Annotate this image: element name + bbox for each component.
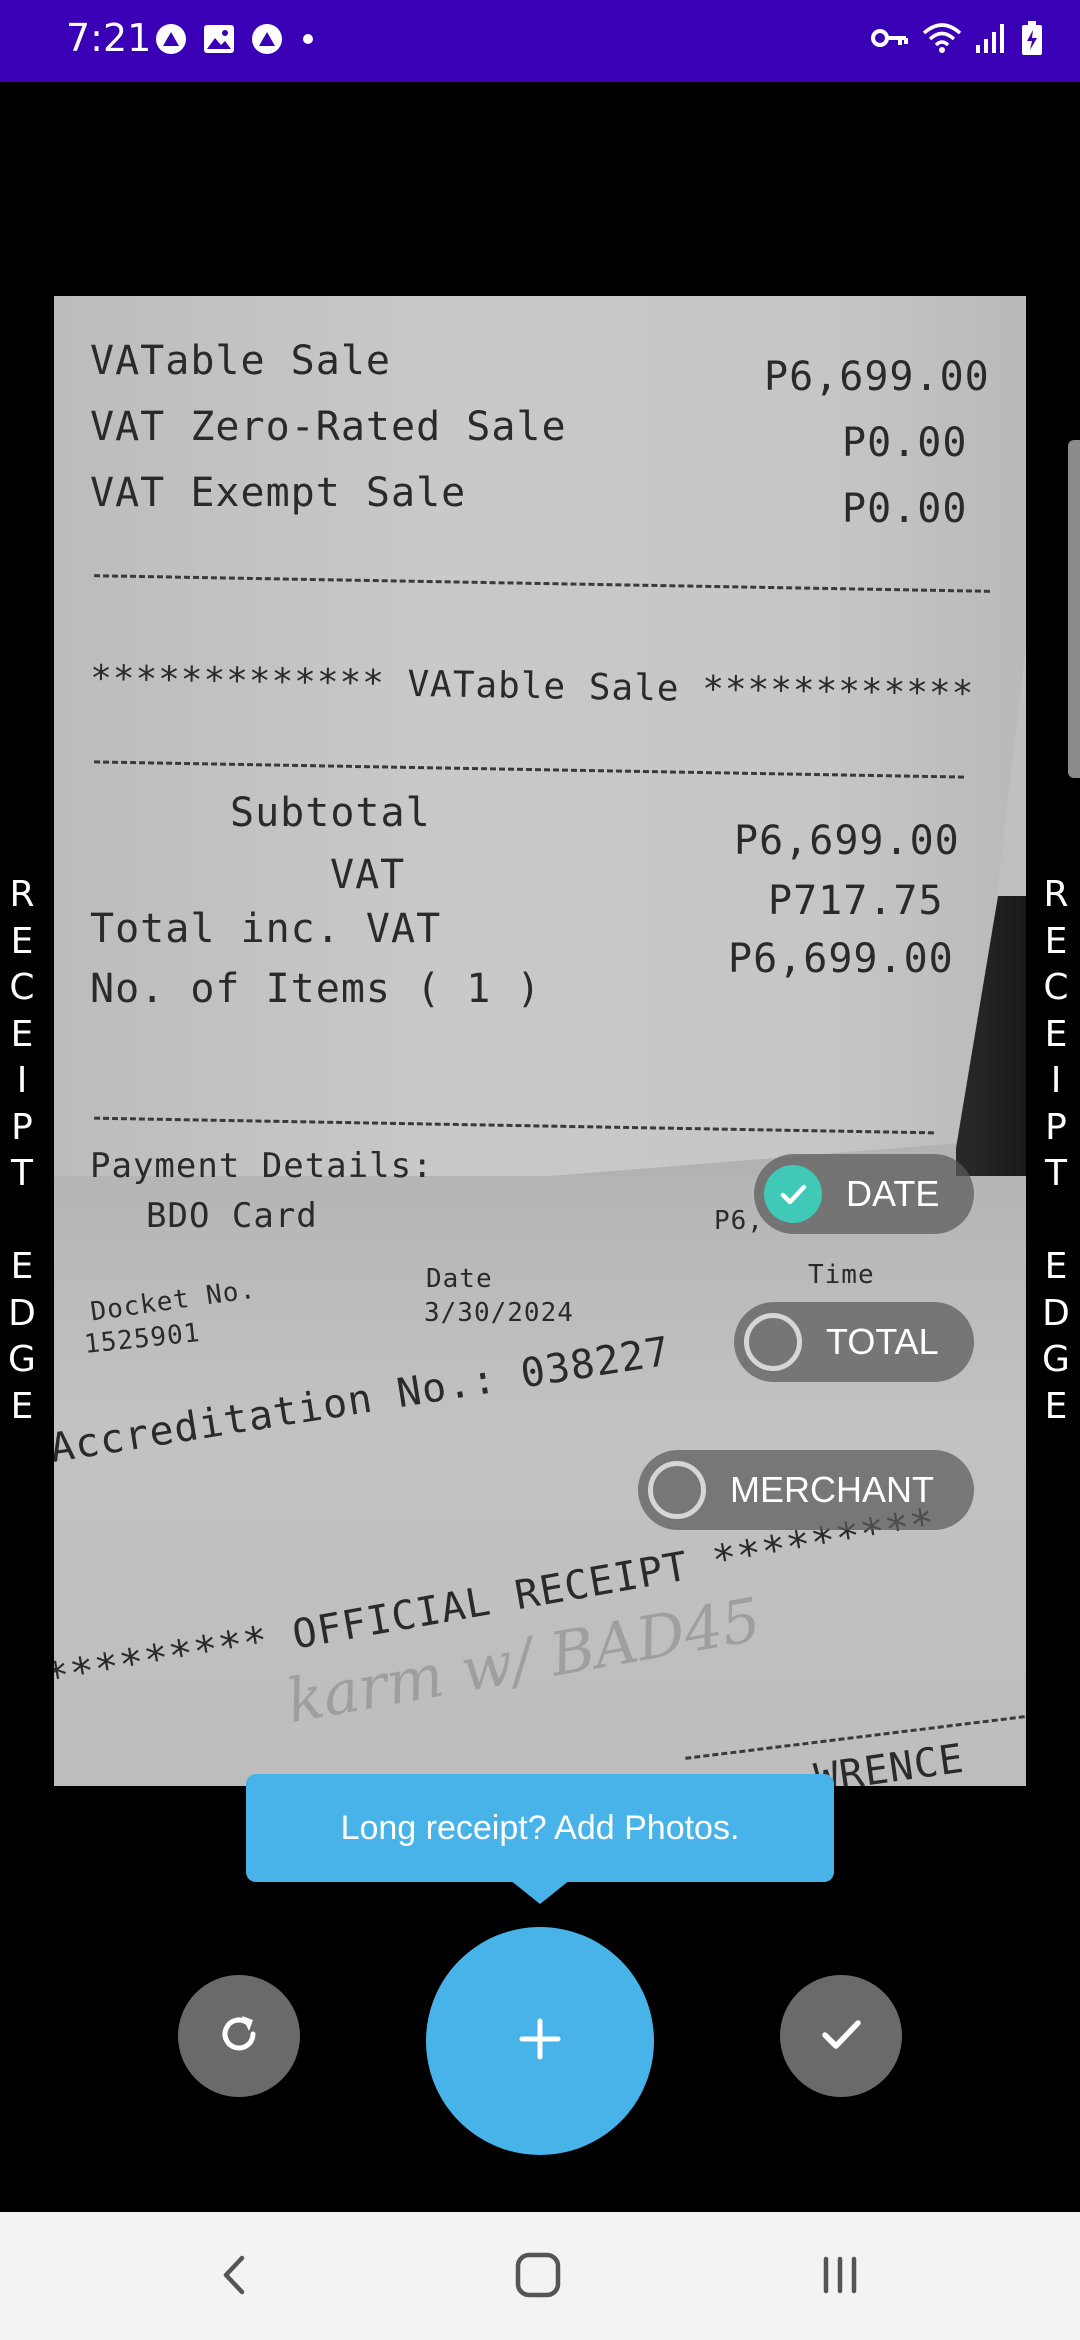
home-button[interactable] (498, 2242, 578, 2312)
payment-amount: P6, (714, 1206, 764, 1236)
plus-icon (518, 2017, 562, 2065)
receipt-capture-screen: 7:21 VATable Sale P6,699.00 VAT Zero-Rat… (0, 0, 1080, 2340)
receipt-summary-label: No. of Items ( 1 ) (90, 966, 542, 1012)
payment-details-label: Payment Details: (90, 1146, 434, 1186)
system-icons (870, 20, 1044, 56)
receipt-summary-label: VAT (330, 852, 406, 898)
tooltip-text: Long receipt? Add Photos. (340, 1808, 740, 1847)
status-bar: 7:21 (0, 0, 1080, 82)
receipt-summary-value: P717.75 (768, 878, 944, 924)
receipt-line-value: P6,699.00 (764, 354, 990, 400)
tooltip-arrow (510, 1880, 570, 1904)
signal-icon (974, 21, 1008, 55)
receipt-line-label: VAT Exempt Sale (90, 470, 467, 516)
back-button[interactable] (194, 2242, 274, 2312)
receipt-photo: VATable Sale P6,699.00 VAT Zero-Rated Sa… (54, 296, 1026, 1786)
wifi-icon (922, 21, 962, 55)
refresh-icon (213, 2008, 265, 2064)
app-notification-icon (250, 22, 284, 56)
date-field-label: DATE (846, 1173, 940, 1214)
scroll-handle[interactable] (1068, 440, 1080, 778)
add-photo-button[interactable] (426, 1927, 654, 2155)
receipt-summary-value: P6,699.00 (728, 936, 954, 982)
retake-button[interactable] (178, 1975, 300, 2097)
add-photos-tooltip[interactable]: Long receipt? Add Photos. (246, 1774, 834, 1882)
receipt-line-label: VATable Sale (90, 338, 391, 384)
receipt-edge-label-left: R E C E I P T E D G E (8, 874, 36, 1427)
receipt-summary-label: Total inc. VAT (90, 906, 442, 952)
recents-button[interactable] (800, 2242, 880, 2312)
app-notification-icon (154, 22, 188, 56)
date-value: 3/30/2024 (424, 1298, 574, 1328)
recents-icon (818, 2253, 862, 2301)
gallery-icon (202, 22, 236, 56)
merchant-field-label: MERCHANT (730, 1469, 934, 1510)
check-icon (815, 2008, 867, 2064)
radio-unchecked-icon (744, 1313, 802, 1371)
receipt-line-label: VAT Zero-Rated Sale (90, 404, 567, 450)
receipt-line-value: P0.00 (842, 486, 968, 532)
merchant-field-chip[interactable]: MERCHANT (638, 1450, 974, 1530)
receipt-summary-value: P6,699.00 (734, 818, 960, 864)
home-icon (513, 2250, 563, 2304)
check-icon (764, 1165, 822, 1223)
total-field-label: TOTAL (826, 1321, 939, 1362)
status-time: 7:21 (66, 16, 152, 60)
navigation-bar (0, 2212, 1080, 2340)
time-label: Time (808, 1260, 875, 1290)
receipt-line-value: P0.00 (842, 420, 968, 466)
dot-icon (298, 22, 318, 56)
total-field-chip[interactable]: TOTAL (734, 1302, 974, 1382)
notification-icons (154, 22, 318, 56)
receipt-summary-label: Subtotal (230, 790, 431, 836)
date-field-chip[interactable]: DATE (754, 1154, 974, 1234)
done-button[interactable] (780, 1975, 902, 2097)
radio-unchecked-icon (648, 1461, 706, 1519)
battery-charging-icon (1020, 20, 1044, 56)
date-label: Date (426, 1264, 493, 1294)
payment-method: BDO Card (146, 1196, 318, 1236)
back-icon (214, 2250, 254, 2304)
receipt-edge-label-right: R E C E I P T E D G E (1042, 874, 1070, 1427)
vpn-key-icon (870, 21, 910, 55)
